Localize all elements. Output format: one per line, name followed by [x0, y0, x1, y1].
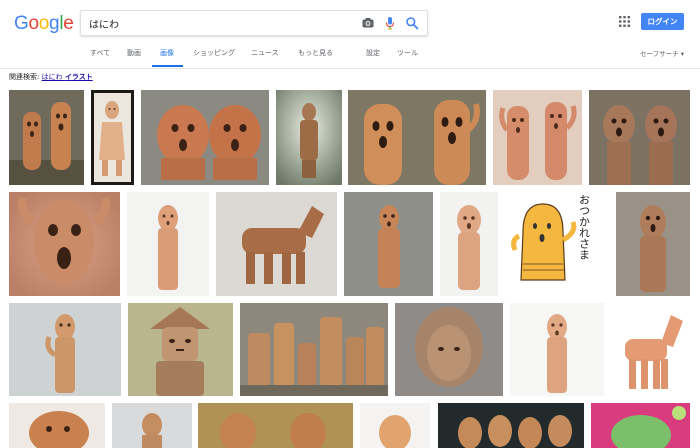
haniwa-warrior-hat-image: [128, 303, 233, 396]
haniwa-image: [127, 192, 209, 296]
haniwa-horse-image: [216, 192, 337, 296]
haniwa-image: [616, 192, 690, 296]
image-result[interactable]: [9, 403, 105, 448]
image-result[interactable]: [344, 192, 433, 296]
haniwa-image: [9, 90, 84, 185]
related-searches: 関連検索: はにわ イラスト: [9, 72, 93, 82]
haniwa-dancer-image: [91, 90, 134, 185]
illustration-caption: おつかれさま: [578, 194, 591, 260]
image-result[interactable]: [198, 403, 353, 448]
haniwa-image: [9, 303, 121, 396]
image-result[interactable]: [348, 90, 486, 185]
haniwa-image: [112, 403, 192, 448]
image-result[interactable]: [127, 192, 209, 296]
search-icon[interactable]: [405, 16, 419, 30]
haniwa-image: [9, 403, 105, 448]
logo-letter: e: [63, 13, 74, 34]
image-result[interactable]: [9, 90, 84, 185]
haniwa-hooded-image: [395, 303, 503, 396]
image-result[interactable]: [240, 303, 388, 396]
haniwa-illustration-image: おつかれさま: [505, 192, 609, 296]
image-result[interactable]: [493, 90, 582, 185]
image-result[interactable]: [395, 303, 503, 396]
haniwa-image: [344, 192, 433, 296]
image-result[interactable]: [128, 303, 233, 396]
haniwa-image: [440, 192, 498, 296]
image-result[interactable]: [91, 90, 134, 185]
header: Google ログイン すべて 動画: [0, 0, 700, 69]
tab-news[interactable]: ニュース: [251, 48, 279, 58]
image-result[interactable]: [360, 403, 430, 448]
related-link-bold: イラスト: [64, 73, 93, 81]
tab-images[interactable]: 画像: [160, 48, 174, 58]
image-result[interactable]: [112, 403, 192, 448]
safesearch-dropdown[interactable]: セーフサーチ ▾: [640, 48, 684, 58]
image-result[interactable]: [616, 192, 690, 296]
logo-letter: o: [28, 13, 39, 34]
search-tabs: すべて 動画 画像 ショッピング ニュース もっと見る 設定 ツール: [0, 44, 700, 68]
image-result[interactable]: [216, 192, 337, 296]
haniwa-horse-image: [611, 303, 690, 396]
related-label: 関連検索:: [9, 73, 40, 81]
haniwa-group-image: [438, 403, 584, 448]
haniwa-image: [589, 90, 690, 185]
tab-shopping[interactable]: ショッピング: [193, 48, 235, 58]
image-result[interactable]: [440, 192, 498, 296]
haniwa-warrior-image: [276, 90, 342, 185]
logo-letter: G: [14, 13, 29, 34]
haniwa-group-image: [240, 303, 388, 396]
tab-videos[interactable]: 動画: [127, 48, 141, 58]
mic-icon[interactable]: [383, 16, 397, 30]
camera-icon[interactable]: [361, 16, 375, 30]
image-result[interactable]: [438, 403, 584, 448]
haniwa-image: [591, 403, 690, 448]
search-input[interactable]: [89, 14, 349, 32]
image-result[interactable]: [9, 303, 121, 396]
apps-grid-icon[interactable]: [619, 16, 630, 27]
image-result[interactable]: おつかれさま: [505, 192, 609, 296]
tab-tools[interactable]: ツール: [397, 48, 418, 58]
tab-settings[interactable]: 設定: [366, 48, 380, 58]
image-result[interactable]: [276, 90, 342, 185]
image-result[interactable]: [9, 192, 120, 296]
haniwa-image: [510, 303, 604, 396]
haniwa-image: [493, 90, 582, 185]
haniwa-image: [198, 403, 353, 448]
image-result[interactable]: [589, 90, 690, 185]
active-tab-indicator: [152, 65, 183, 67]
tab-more[interactable]: もっと見る: [298, 48, 333, 58]
haniwa-image: [360, 403, 430, 448]
image-result[interactable]: [510, 303, 604, 396]
related-link-term: はにわ: [41, 73, 63, 81]
image-result[interactable]: [611, 303, 690, 396]
logo-letter: o: [38, 13, 50, 34]
google-logo[interactable]: Google: [14, 13, 74, 35]
image-result[interactable]: [591, 403, 690, 448]
image-result[interactable]: [141, 90, 269, 185]
login-button[interactable]: ログイン: [641, 13, 684, 30]
search-box: [80, 10, 428, 36]
related-link[interactable]: はにわ イラスト: [42, 73, 93, 81]
logo-letter: g: [49, 13, 60, 34]
tab-all[interactable]: すべて: [90, 48, 110, 58]
haniwa-image: [141, 90, 269, 185]
haniwa-image: [348, 90, 486, 185]
haniwa-face-closeup-image: [9, 192, 120, 296]
